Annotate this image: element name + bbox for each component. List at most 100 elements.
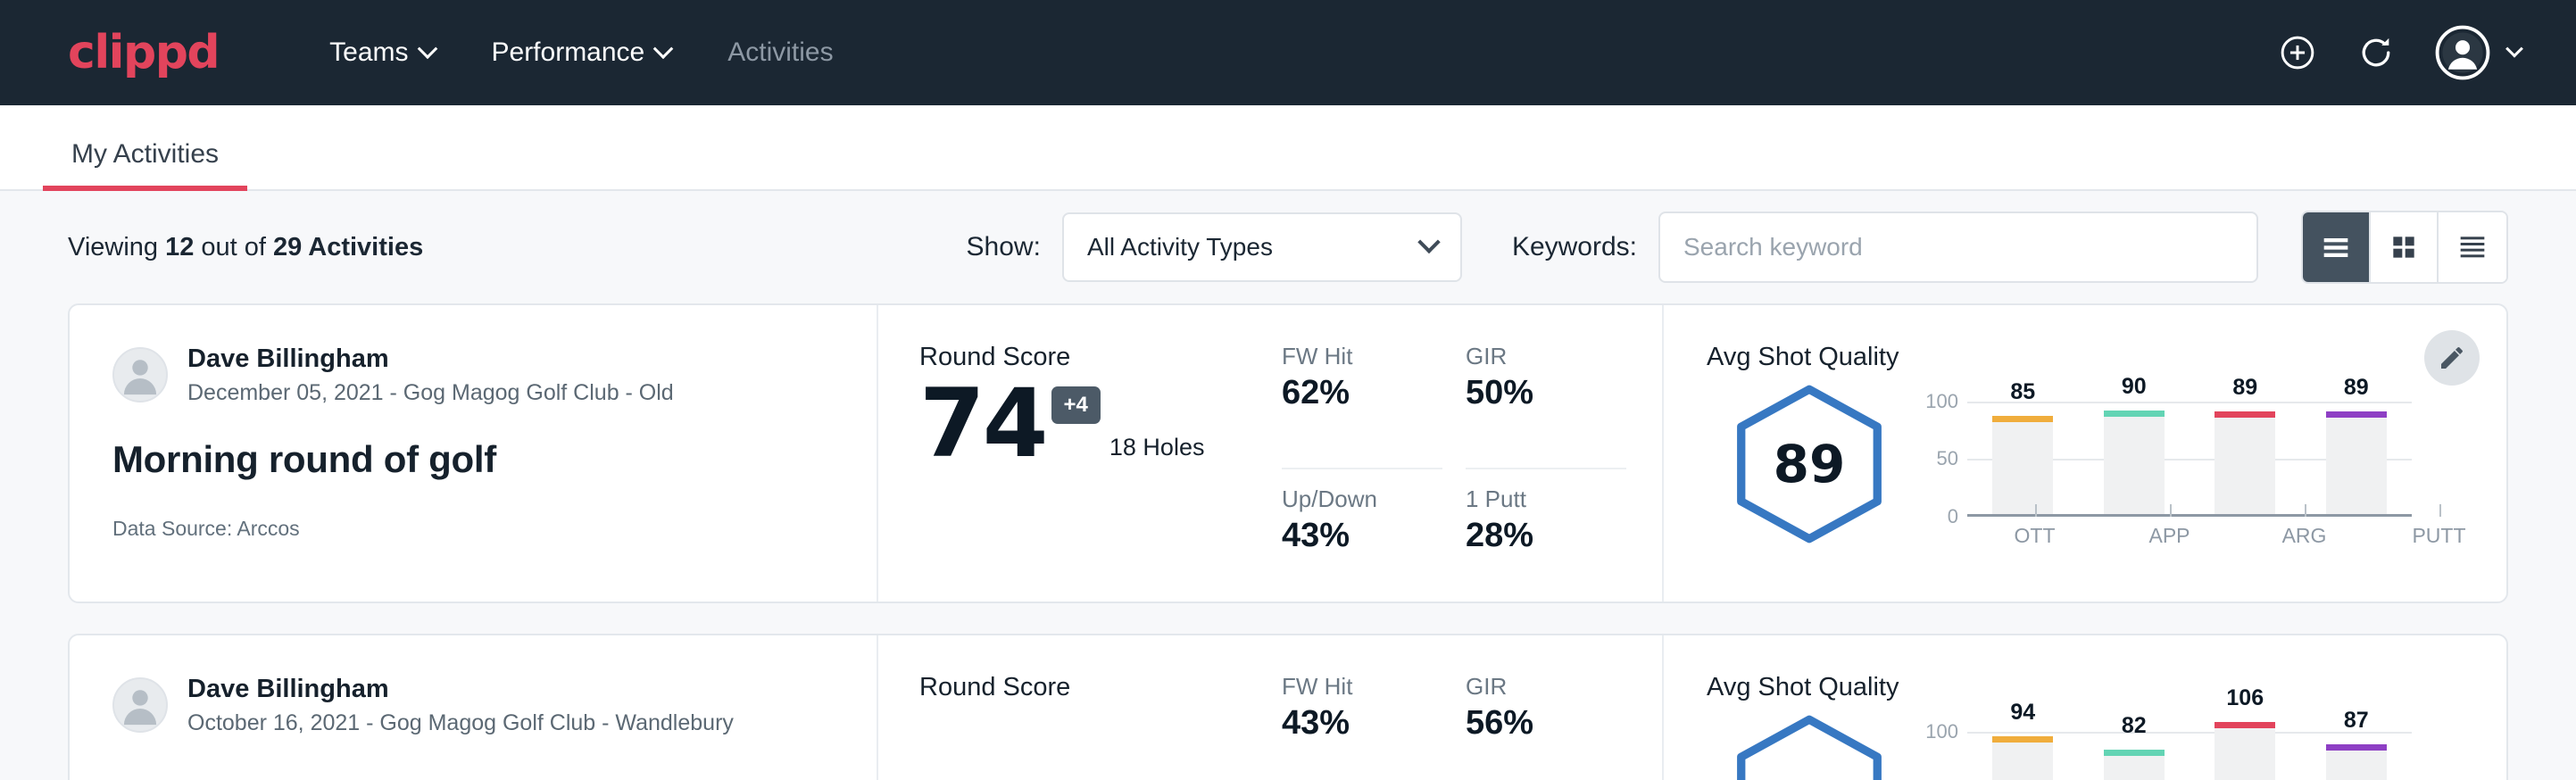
avg-shot-quality-label: Avg Shot Quality: [1707, 673, 2506, 702]
avg-shot-quality-value: 89: [1726, 381, 1892, 547]
chart-bar-value: 85: [1992, 379, 2053, 405]
chart-bar-cap: [2215, 722, 2275, 728]
chart-bar-cap: [2104, 750, 2165, 756]
stat-label: 1 Putt: [1466, 485, 1626, 513]
chevron-down-icon: [2505, 40, 2523, 58]
chart-y-tick: 50: [1937, 447, 1958, 470]
activity-data-source: Data Source: Arccos: [112, 517, 834, 541]
chart-y-tick: 100: [1925, 720, 1958, 743]
viewing-count-text: Viewing 12 out of 29 Activities: [68, 233, 423, 262]
nav-item-teams[interactable]: Teams: [301, 23, 462, 82]
chart-bar-value: 89: [2215, 375, 2275, 401]
stat-gir: GIR 50%: [1466, 343, 1626, 469]
chart-plot-area: 85908989: [1967, 390, 2412, 517]
chart-bar-rect: [2215, 722, 2275, 780]
clippd-logo[interactable]: clippd: [68, 29, 219, 76]
user-menu[interactable]: [2435, 25, 2521, 80]
chart-bar-cap: [1992, 416, 2053, 422]
avg-shot-quality-block: Avg Shot Quality 050100 948210687: [1664, 635, 2506, 780]
activity-summary: Dave Billingham December 05, 2021 - Gog …: [70, 305, 878, 602]
refresh-icon: [2356, 33, 2396, 72]
list-view-icon: [2318, 229, 2354, 265]
stat-value: 56%: [1466, 704, 1626, 743]
chevron-down-icon: [653, 38, 674, 59]
nav-item-label: Teams: [329, 37, 408, 68]
stat-value: 43%: [1282, 517, 1442, 555]
stat-value: 50%: [1466, 374, 1626, 412]
avg-shot-quality-gauge: 89: [1707, 376, 1912, 547]
avg-shot-quality-label: Avg Shot Quality: [1707, 343, 2506, 372]
edit-activity-button[interactable]: [2424, 330, 2480, 386]
show-label: Show:: [967, 232, 1041, 262]
chart-bar: 90: [2104, 390, 2165, 514]
activity-type-select[interactable]: All Activity Types: [1062, 212, 1462, 282]
round-score-block: Round Score 74 +4 18 Holes: [919, 343, 1275, 602]
chart-bars: 948210687: [1967, 720, 2412, 780]
stat-value: 28%: [1466, 517, 1626, 555]
chart-bar-cap: [2326, 744, 2387, 751]
nav-item-performance[interactable]: Performance: [463, 23, 700, 82]
viewing-prefix: Viewing: [68, 233, 165, 261]
avatar-icon: [114, 677, 166, 731]
search-box[interactable]: [1658, 212, 2258, 283]
activity-title: Morning round of golf: [112, 438, 834, 481]
stat-value: 62%: [1282, 374, 1442, 412]
activity-card[interactable]: Dave Billingham December 05, 2021 - Gog …: [68, 303, 2508, 603]
chart-bar: 89: [2326, 390, 2387, 514]
chart-bar-cap: [2215, 411, 2275, 418]
nav-item-label: Activities: [727, 37, 833, 68]
avatar: [112, 347, 168, 402]
stat-label: FW Hit: [1282, 673, 1442, 701]
activity-summary: Dave Billingham October 16, 2021 - Gog M…: [70, 635, 878, 780]
activity-meta: October 16, 2021 - Gog Magog Golf Club -…: [187, 709, 734, 738]
activity-scores: Round Score 74 +4 18 Holes FW Hit 62% GI…: [878, 305, 1664, 602]
activity-stats-grid: FW Hit 43% GIR 56%: [1282, 673, 1626, 780]
top-navigation-bar: clippd Teams Performance Activities: [0, 0, 2576, 105]
chart-bar-rect: [2326, 744, 2387, 780]
plus-circle-icon: [2278, 33, 2317, 72]
stat-value: 43%: [1282, 704, 1442, 743]
stat-fw-hit: FW Hit 43%: [1282, 673, 1442, 780]
grid-view-icon: [2386, 229, 2422, 265]
shot-quality-chart: 050100 85908989: [1912, 376, 2412, 517]
view-mode-compact-button[interactable]: [2439, 212, 2506, 282]
chevron-down-icon: [1417, 231, 1440, 253]
round-holes-label: 18 Holes: [1109, 434, 1205, 470]
search-input[interactable]: [1683, 233, 2233, 261]
nav-item-label: Performance: [492, 37, 645, 68]
stat-label: GIR: [1466, 343, 1626, 370]
viewing-mid: out of: [194, 233, 273, 261]
round-score-value: 74: [919, 378, 1046, 470]
round-score-block: Round Score: [919, 673, 1275, 780]
activity-card[interactable]: Dave Billingham October 16, 2021 - Gog M…: [68, 634, 2508, 780]
chart-x-label: PUTT: [2409, 524, 2470, 548]
chart-x-label: ARG: [2274, 524, 2335, 548]
view-mode-toggle: [2301, 211, 2508, 284]
view-mode-list-button[interactable]: [2303, 212, 2371, 282]
refresh-button[interactable]: [2356, 33, 2396, 72]
view-mode-grid-button[interactable]: [2371, 212, 2439, 282]
avatar: [112, 677, 168, 733]
add-button[interactable]: [2278, 33, 2317, 72]
chart-bar-value: 89: [2326, 375, 2387, 401]
activity-meta: December 05, 2021 - Gog Magog Golf Club …: [187, 378, 674, 408]
stat-up-down: Up/Down 43%: [1282, 485, 1442, 602]
filter-bar: Viewing 12 out of 29 Activities Show: Al…: [68, 191, 2508, 303]
chart-y-tick: 0: [1948, 505, 1958, 528]
chart-bar: 87: [2326, 720, 2387, 780]
chart-bar-cap: [1992, 736, 2053, 743]
nav-item-activities[interactable]: Activities: [699, 23, 861, 82]
chart-bar: 106: [2215, 720, 2275, 780]
chart-bar-rect: [2104, 750, 2165, 780]
chart-bar-value: 106: [2215, 685, 2275, 711]
chart-bar: 85: [1992, 390, 2053, 514]
viewing-total-count: 29 Activities: [273, 233, 423, 261]
keywords-label: Keywords:: [1512, 232, 1637, 262]
chart-plot-area: 948210687: [1967, 720, 2412, 780]
chart-bar-rect: [2215, 411, 2275, 514]
tab-my-activities[interactable]: My Activities: [43, 139, 247, 189]
chart-bar-rect: [2326, 411, 2387, 514]
pencil-icon: [2438, 344, 2466, 372]
activity-user: Dave Billingham October 16, 2021 - Gog M…: [112, 673, 834, 738]
chart-x-label: OTT: [2005, 524, 2065, 548]
